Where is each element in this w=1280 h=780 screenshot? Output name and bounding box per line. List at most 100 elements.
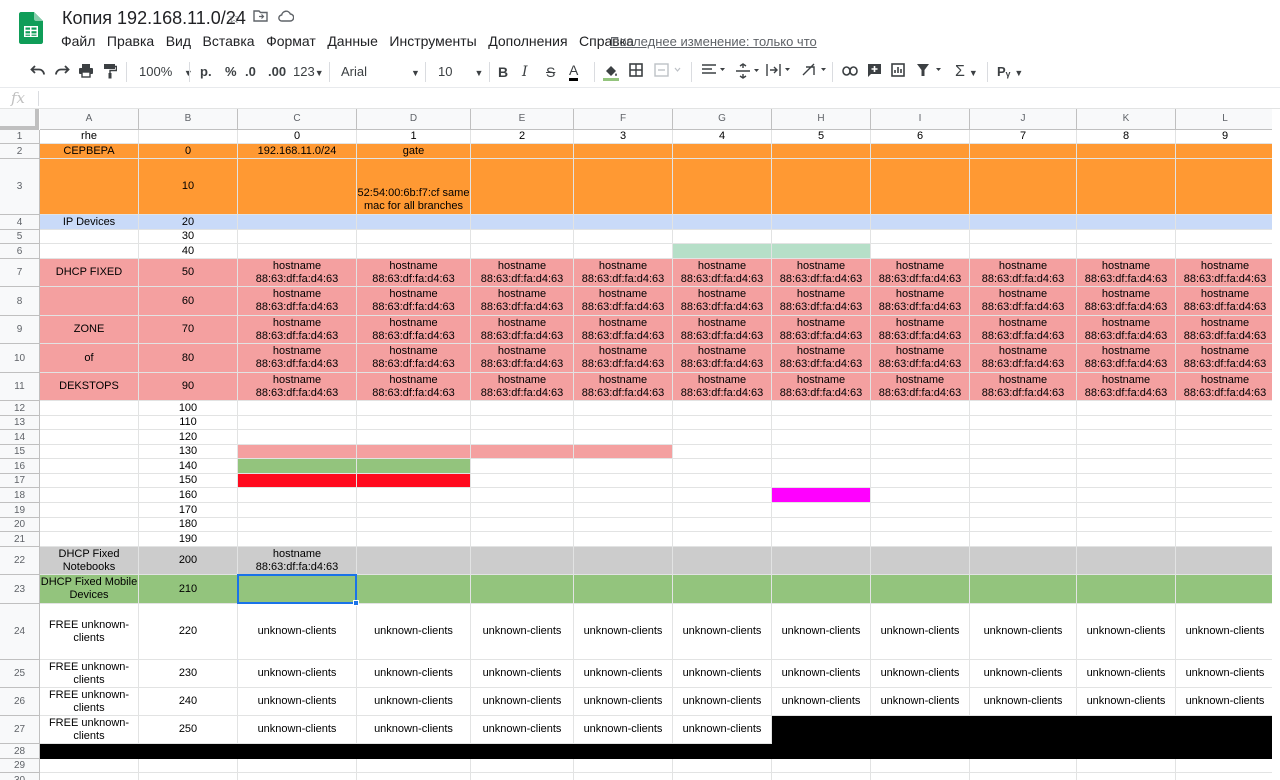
cell-I24[interactable]: unknown-clients <box>871 604 970 660</box>
cell-A20[interactable] <box>40 518 139 532</box>
cell-J1[interactable]: 7 <box>970 130 1077 144</box>
cell-C29[interactable] <box>238 759 357 773</box>
cell-H15[interactable] <box>772 445 871 459</box>
cell-C6[interactable] <box>238 244 357 259</box>
cell-J25[interactable]: unknown-clients <box>970 660 1077 688</box>
cell-J3[interactable] <box>970 159 1077 215</box>
row-header-27[interactable]: 27 <box>0 716 40 744</box>
cell-E28[interactable] <box>471 744 574 759</box>
undo-icon[interactable] <box>30 63 46 82</box>
cell-A15[interactable] <box>40 445 139 459</box>
cell-F3[interactable] <box>574 159 673 215</box>
cell-I23[interactable] <box>871 575 970 604</box>
cell-L10[interactable]: hostname 88:63:df:fa:d4:63 <box>1176 344 1275 373</box>
cell-G15[interactable] <box>673 445 772 459</box>
cell-D22[interactable] <box>357 547 471 575</box>
cell-K20[interactable] <box>1077 518 1176 532</box>
redo-icon[interactable] <box>54 63 70 82</box>
cell-D27[interactable]: unknown-clients <box>357 716 471 744</box>
cell-B26[interactable]: 240 <box>139 688 238 716</box>
cell-D28[interactable] <box>357 744 471 759</box>
cell-F27[interactable]: unknown-clients <box>574 716 673 744</box>
cell-G8[interactable]: hostname 88:63:df:fa:d4:63 <box>673 287 772 316</box>
cell-H3[interactable] <box>772 159 871 215</box>
cell-I19[interactable] <box>871 503 970 518</box>
cell-F5[interactable] <box>574 230 673 244</box>
input-tools-button[interactable]: Рᵧ ▼ <box>997 63 1023 82</box>
percent-format-button[interactable]: % <box>225 63 237 81</box>
sheets-logo-icon[interactable] <box>19 12 43 44</box>
vertical-scrollbar[interactable] <box>1272 109 1280 780</box>
cell-H26[interactable]: unknown-clients <box>772 688 871 716</box>
cell-J10[interactable]: hostname 88:63:df:fa:d4:63 <box>970 344 1077 373</box>
column-header-A[interactable]: A <box>40 109 139 130</box>
cell-F29[interactable] <box>574 759 673 773</box>
cell-A21[interactable] <box>40 532 139 547</box>
cell-C8[interactable]: hostname 88:63:df:fa:d4:63 <box>238 287 357 316</box>
cell-L16[interactable] <box>1176 459 1275 474</box>
cell-C15[interactable] <box>238 445 357 459</box>
cell-G28[interactable] <box>673 744 772 759</box>
cell-I28[interactable] <box>871 744 970 759</box>
cell-D20[interactable] <box>357 518 471 532</box>
cell-K12[interactable] <box>1077 401 1176 416</box>
cell-B15[interactable]: 130 <box>139 445 238 459</box>
column-header-B[interactable]: B <box>139 109 238 130</box>
strikethrough-button[interactable]: S <box>546 63 555 81</box>
cell-J23[interactable] <box>970 575 1077 604</box>
cell-K30[interactable] <box>1077 773 1176 780</box>
cell-H19[interactable] <box>772 503 871 518</box>
column-header-I[interactable]: I <box>871 109 970 130</box>
cell-E6[interactable] <box>471 244 574 259</box>
last-edit-link[interactable]: Последнее изменение: только что <box>610 34 817 49</box>
cell-F18[interactable] <box>574 488 673 503</box>
cell-K15[interactable] <box>1077 445 1176 459</box>
cell-J15[interactable] <box>970 445 1077 459</box>
cell-G3[interactable] <box>673 159 772 215</box>
cell-K8[interactable]: hostname 88:63:df:fa:d4:63 <box>1077 287 1176 316</box>
cell-H20[interactable] <box>772 518 871 532</box>
cell-E4[interactable] <box>471 215 574 230</box>
cell-F10[interactable]: hostname 88:63:df:fa:d4:63 <box>574 344 673 373</box>
cell-J17[interactable] <box>970 474 1077 488</box>
cell-I9[interactable]: hostname 88:63:df:fa:d4:63 <box>871 316 970 344</box>
cell-D1[interactable]: 1 <box>357 130 471 144</box>
cell-D19[interactable] <box>357 503 471 518</box>
cell-G6[interactable] <box>673 244 772 259</box>
cell-A2[interactable]: СЕРВЕРА <box>40 144 139 159</box>
row-header-4[interactable]: 4 <box>0 215 40 230</box>
formula-input[interactable] <box>46 91 1246 106</box>
cell-L11[interactable]: hostname 88:63:df:fa:d4:63 <box>1176 373 1275 401</box>
row-header-13[interactable]: 13 <box>0 416 40 430</box>
row-header-17[interactable]: 17 <box>0 474 40 488</box>
cell-D7[interactable]: hostname 88:63:df:fa:d4:63 <box>357 259 471 287</box>
cell-L2[interactable] <box>1176 144 1275 159</box>
cell-B18[interactable]: 160 <box>139 488 238 503</box>
cell-E2[interactable] <box>471 144 574 159</box>
cell-L1[interactable]: 9 <box>1176 130 1275 144</box>
cell-E10[interactable]: hostname 88:63:df:fa:d4:63 <box>471 344 574 373</box>
cell-D13[interactable] <box>357 416 471 430</box>
cell-J5[interactable] <box>970 230 1077 244</box>
cell-J2[interactable] <box>970 144 1077 159</box>
cell-B24[interactable]: 220 <box>139 604 238 660</box>
cell-F23[interactable] <box>574 575 673 604</box>
cell-J7[interactable]: hostname 88:63:df:fa:d4:63 <box>970 259 1077 287</box>
cell-K24[interactable]: unknown-clients <box>1077 604 1176 660</box>
zoom-select[interactable]: 100% ▼ <box>139 63 193 82</box>
cell-C11[interactable]: hostname 88:63:df:fa:d4:63 <box>238 373 357 401</box>
menu-item-1[interactable]: Правка <box>107 33 154 49</box>
cell-A12[interactable] <box>40 401 139 416</box>
cell-F19[interactable] <box>574 503 673 518</box>
borders-icon[interactable] <box>629 63 643 82</box>
cell-I10[interactable]: hostname 88:63:df:fa:d4:63 <box>871 344 970 373</box>
cell-A27[interactable]: FREE unknown-clients <box>40 716 139 744</box>
cell-A14[interactable] <box>40 430 139 445</box>
cell-I22[interactable] <box>871 547 970 575</box>
cell-B11[interactable]: 90 <box>139 373 238 401</box>
cell-C2[interactable]: 192.168.11.0/24 <box>238 144 357 159</box>
cell-L24[interactable]: unknown-clients <box>1176 604 1275 660</box>
cell-A16[interactable] <box>40 459 139 474</box>
cell-G14[interactable] <box>673 430 772 445</box>
cell-B27[interactable]: 250 <box>139 716 238 744</box>
